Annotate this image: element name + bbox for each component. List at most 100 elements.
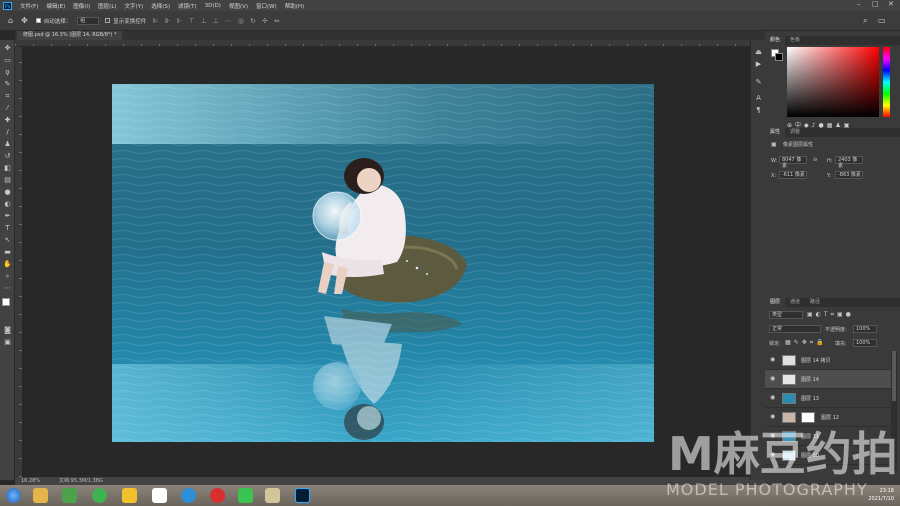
tab-channels[interactable]: 通道 [785,298,805,307]
x-field[interactable]: -611 像素 [779,171,807,179]
layer-row[interactable]: ◉ 图层 11 [765,427,891,446]
foreground-color-swatch[interactable] [2,298,10,306]
menu-edit[interactable]: 编辑(E) [46,2,65,10]
color-panel-tools[interactable]: ⊕中◆♪●▦♟▣ [787,120,892,129]
ruler-left[interactable] [15,47,22,477]
quick-mask-icon[interactable]: ◙ [3,326,12,335]
align-left-icon[interactable]: ⊫ [152,17,158,25]
image-viewer-icon[interactable] [265,488,280,503]
layer-name[interactable]: 图层 12 [821,414,839,421]
actions-panel-icon[interactable]: ▶ [754,60,763,69]
healing-tool-icon[interactable]: ✚ [3,116,12,125]
layer-name[interactable]: 图层 14 [801,376,819,383]
screen-mode-icon[interactable]: ▣ [3,338,12,347]
move-tool-icon[interactable]: ✥ [3,44,12,53]
align-right-icon[interactable]: ⊩ [177,17,183,25]
menu-layer[interactable]: 图层(L) [98,2,116,10]
workspace-icon[interactable]: ▭ [878,16,886,25]
align-middle-icon[interactable]: ⊥ [201,17,207,25]
menu-filter[interactable]: 滤镜(T) [178,2,197,10]
layer-name[interactable]: 图层 13 [801,395,819,402]
visibility-eye-icon[interactable]: ◉ [770,356,775,363]
gradient-tool-icon[interactable]: ▤ [3,176,12,185]
visibility-eye-icon[interactable]: ◉ [770,375,775,382]
app-360-icon[interactable] [92,488,107,503]
history-brush-icon[interactable]: ↺ [3,152,12,161]
distribute-icon[interactable]: ⋯ [225,17,232,25]
tab-adjustments[interactable]: 调整 [785,128,805,137]
menu-window[interactable]: 窗口(W) [256,2,277,10]
tab-layers[interactable]: 图层 [765,298,786,307]
lasso-tool-icon[interactable]: ϙ [3,68,12,77]
zoom-level[interactable]: 16.28% [21,477,40,485]
marquee-tool-icon[interactable]: ▭ [3,56,12,65]
canvas-image[interactable] [112,84,654,442]
quick-select-tool-icon[interactable]: ✎ [3,80,12,89]
align-top-icon[interactable]: ⊤ [189,17,195,25]
width-field[interactable]: 8047 像素 [779,156,807,169]
tab-swatches[interactable]: 色板 [785,36,805,45]
color-picker-field[interactable] [787,47,879,117]
crop-tool-icon[interactable]: ⌗ [3,92,12,101]
pen-tool-icon[interactable]: ✒ [3,212,12,221]
close-icon[interactable]: ✕ [888,0,894,8]
menu-image[interactable]: 图像(I) [73,2,90,10]
more-tools-icon[interactable]: ⋯ [3,284,12,293]
3d-slide-icon[interactable]: ⇔ [274,17,280,25]
lock-icons[interactable]: ▦✎✥⌗🔒 [785,339,827,347]
brush-panel-icon[interactable]: ✎ [754,78,763,87]
menu-file[interactable]: 文件(F) [20,2,38,10]
layers-scroll-thumb[interactable] [892,351,896,401]
panel-background-swatch[interactable] [775,53,783,61]
auto-select-dropdown[interactable]: 组 [77,16,100,25]
search-icon[interactable]: ⌕ [863,16,867,26]
photoshop-taskbar-icon[interactable] [295,488,310,503]
3d-pan-icon[interactable]: ✢ [262,17,268,25]
3d-rotate-icon[interactable]: ↻ [250,17,256,25]
minimize-icon[interactable]: – [857,0,861,8]
layer-name[interactable]: 图层 11 [801,433,819,440]
start-button-icon[interactable] [6,488,21,503]
stamp-tool-icon[interactable]: ♟ [3,140,12,149]
menu-view[interactable]: 视图(V) [229,2,248,10]
menu-help[interactable]: 帮助(H) [285,2,304,10]
move-tool-icon[interactable]: ✥ [21,16,28,25]
layer-row[interactable]: ◉ 图层 13 [765,389,891,408]
brush-tool-icon[interactable]: / [3,128,12,137]
opacity-field[interactable]: 100% [853,325,877,333]
visibility-eye-icon[interactable]: ◉ [770,432,775,439]
3d-mode-icon[interactable]: ◎ [238,17,244,25]
menu-select[interactable]: 选择(S) [151,2,170,10]
y-field[interactable]: -863 像素 [835,171,863,179]
height-field[interactable]: 2403 像素 [835,156,863,169]
shape-tool-icon[interactable]: ▬ [3,248,12,257]
clock-time[interactable]: 23:18 [868,487,894,495]
home-icon[interactable]: ⌂ [8,16,13,25]
document-tab[interactable]: 修图.psd @ 16.3% (图层 14, RGB/8*) * [17,31,123,40]
layer-name[interactable]: 图层 10 [801,452,819,459]
layer-name[interactable]: 图层 14 拷贝 [801,357,831,364]
zoom-tool-icon[interactable]: ⌕ [3,272,12,281]
character-panel-icon[interactable]: A [754,94,763,103]
path-select-tool-icon[interactable]: ↖ [3,236,12,245]
menu-type[interactable]: 文字(Y) [125,2,144,10]
maximize-icon[interactable]: □ [872,0,879,8]
layers-scrollbar[interactable] [891,351,897,471]
history-panel-icon[interactable]: ⏏ [754,48,763,57]
blend-mode-dropdown[interactable]: 正常 [769,325,821,333]
layer-row[interactable]: ◉ 图层 14 拷贝 [765,351,891,370]
visibility-eye-icon[interactable]: ◉ [770,413,775,420]
type-tool-icon[interactable]: T [3,224,12,233]
hand-tool-icon[interactable]: ✋ [3,260,12,269]
layer-row[interactable]: ◉ 图层 10 [765,446,891,465]
ie-browser-icon[interactable] [181,488,196,503]
align-center-icon[interactable]: ⊪ [164,17,170,25]
explorer-icon[interactable] [33,488,48,503]
visibility-eye-icon[interactable]: ◉ [770,451,775,458]
dodge-tool-icon[interactable]: ◐ [3,200,12,209]
app-green-icon[interactable] [62,488,77,503]
show-transform-checkbox[interactable] [105,18,111,23]
eraser-tool-icon[interactable]: ◧ [3,164,12,173]
tab-properties[interactable]: 属性 [765,128,786,137]
music-app-icon[interactable] [210,488,225,503]
